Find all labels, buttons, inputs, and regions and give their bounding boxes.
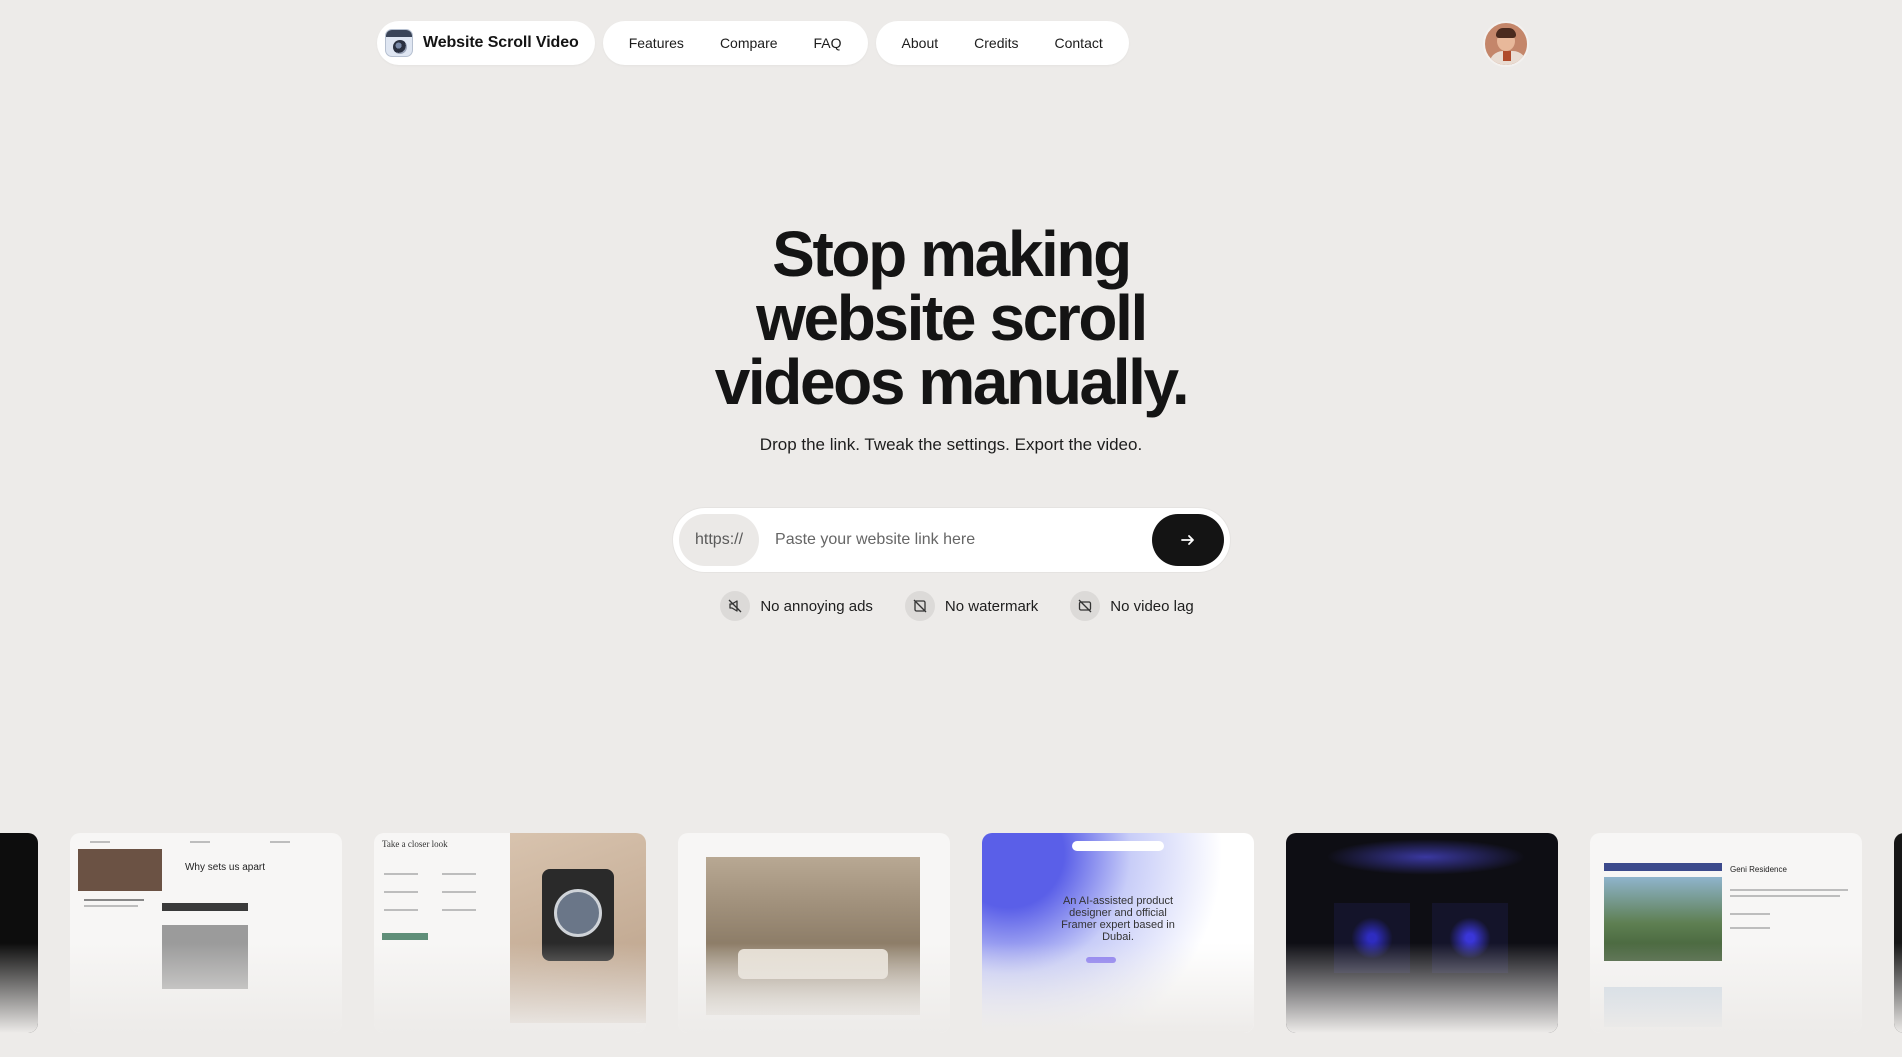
gallery-thumb[interactable] <box>1286 833 1558 1033</box>
gallery-thumb[interactable]: Why sets us apart <box>70 833 342 1033</box>
feature-item: No annoying ads <box>720 591 873 621</box>
brand-link[interactable]: Website Scroll Video <box>377 21 595 65</box>
feature-label: No watermark <box>944 597 1039 615</box>
arrow-right-icon <box>1181 535 1194 545</box>
feature-label: No video lag <box>1110 597 1194 615</box>
no-ads-icon <box>720 591 751 621</box>
thumb-heading: An AI-assisted product designer and offi… <box>1061 895 1175 943</box>
no-video-lag-icon <box>1070 591 1101 621</box>
camera-logo-icon <box>385 29 413 57</box>
url-form: https:// <box>673 508 1230 572</box>
thumb-heading: Take a closer look <box>382 839 448 849</box>
gallery-thumb[interactable] <box>0 833 38 1033</box>
submit-button[interactable] <box>1152 514 1224 566</box>
nav-group-primary: Features Compare FAQ <box>602 21 868 65</box>
gallery-thumb[interactable] <box>678 833 950 1033</box>
avatar[interactable] <box>1483 21 1529 67</box>
hero-subtitle: Drop the link. Tweak the settings. Expor… <box>759 435 1143 454</box>
hero-title-line: videos manually. <box>714 346 1190 418</box>
thumb-heading: Geni Residence <box>1730 865 1787 874</box>
gallery-thumb[interactable]: Geni Residence <box>1590 833 1862 1033</box>
hero-title-line: website scroll <box>756 282 1148 354</box>
gallery-thumb[interactable]: An AI-assisted product designer and offi… <box>982 833 1254 1033</box>
nav-link-features[interactable]: Features <box>611 21 702 65</box>
example-gallery: Why sets us apart Take a closer look An … <box>0 833 1902 1057</box>
thumb-heading: Why sets us apart <box>184 862 266 873</box>
url-input[interactable] <box>759 514 1152 566</box>
gallery-thumb[interactable]: Take a closer look <box>374 833 646 1033</box>
nav-link-about[interactable]: About <box>884 21 957 65</box>
hero-title: Stop making website scroll videos manual… <box>0 222 1902 414</box>
feature-label: No annoying ads <box>760 597 873 615</box>
brand-name: Website Scroll Video <box>423 34 579 51</box>
hero-title-line: Stop making <box>772 218 1132 290</box>
feature-item: No watermark <box>904 591 1039 621</box>
nav-link-contact[interactable]: Contact <box>1037 21 1121 65</box>
feature-item: No video lag <box>1070 591 1194 621</box>
nav-link-credits[interactable]: Credits <box>956 21 1036 65</box>
gallery-thumb[interactable] <box>1894 833 1902 1033</box>
feature-list: No annoying ads No watermark No video la… <box>0 591 1902 621</box>
url-prefix: https:// <box>679 514 760 566</box>
nav-link-faq[interactable]: FAQ <box>796 21 860 65</box>
no-watermark-icon <box>904 591 935 621</box>
nav-link-compare[interactable]: Compare <box>702 21 796 65</box>
nav-group-secondary: About Credits Contact <box>875 21 1129 65</box>
top-nav: Website Scroll Video Features Compare FA… <box>377 21 1129 65</box>
